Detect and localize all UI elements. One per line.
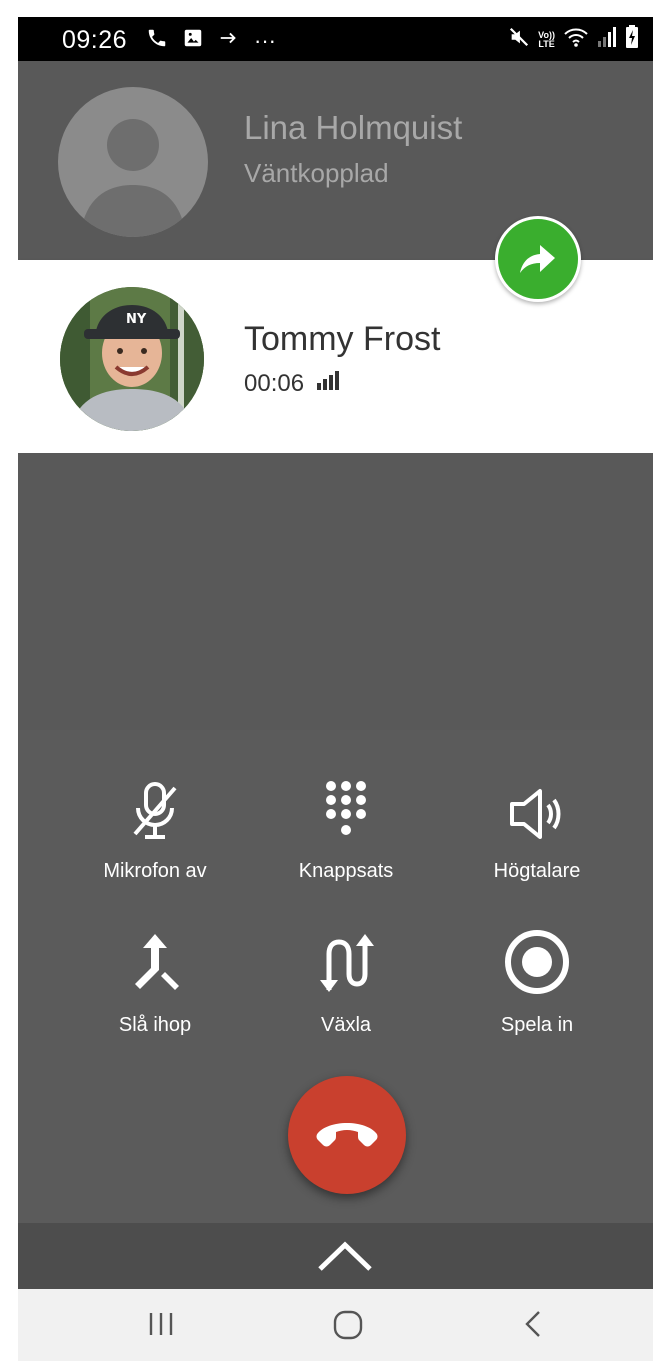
call-spacer (18, 453, 653, 730)
keypad-label: Knappsats (298, 860, 394, 882)
active-caller-avatar: NY (60, 287, 204, 431)
merge-label: Slå ihop (118, 1014, 192, 1036)
mute-icon (508, 26, 530, 53)
swap-calls-button[interactable] (495, 216, 581, 302)
held-caller-avatar (58, 87, 208, 237)
wifi-icon (563, 26, 589, 53)
speaker-label: Högtalare (493, 860, 581, 882)
mic-off-icon (133, 782, 177, 839)
volte-icon: Vo)) LTE (538, 29, 555, 49)
screen-border (0, 0, 18, 1361)
keypad-button[interactable]: Knappsats (251, 772, 441, 883)
more-dots-icon: ··· (254, 27, 276, 53)
call-controls: Mikrofon av Knappsats Högtalare Slå ihop… (18, 730, 653, 1223)
held-call-status: Väntkopplad (244, 158, 389, 188)
battery-icon (625, 25, 639, 54)
phone-icon (146, 27, 168, 54)
merge-button[interactable]: Slå ihop (60, 926, 250, 1037)
merge-icon (135, 934, 179, 990)
forward-arrow-icon (218, 27, 240, 54)
active-caller-name: Tommy Frost (244, 320, 441, 358)
status-time: 09:26 (62, 26, 128, 54)
speaker-icon (510, 789, 561, 839)
recent-apps-icon[interactable] (146, 1309, 176, 1339)
speaker-button[interactable]: Högtalare (442, 772, 632, 883)
dialpad-icon (326, 781, 366, 835)
signal-icon (597, 26, 617, 53)
system-nav-bar (18, 1289, 653, 1361)
share-arrow-icon (520, 245, 555, 273)
mute-label: Mikrofon av (103, 860, 207, 882)
call-duration: 00:06 (244, 370, 305, 397)
swap-icon (320, 934, 374, 992)
hang-up-icon (316, 1123, 378, 1147)
call-screen: 09:26 ··· Vo)) LTE Lina Holmquist Väntko… (18, 17, 653, 1361)
held-caller-name: Lina Holmquist (244, 109, 463, 146)
mute-button[interactable]: Mikrofon av (60, 772, 250, 883)
record-label: Spela in (500, 1014, 574, 1036)
swap-button[interactable]: Växla (251, 926, 441, 1037)
chevron-up-icon (318, 1241, 372, 1271)
home-icon[interactable] (332, 1309, 364, 1341)
image-icon (182, 27, 204, 54)
status-bar: 09:26 ··· Vo)) LTE (18, 17, 653, 61)
signal-bars-icon (316, 370, 342, 398)
end-call-button[interactable] (288, 1076, 406, 1194)
record-icon (505, 930, 569, 994)
back-icon[interactable] (521, 1309, 547, 1339)
svg-text:NY: NY (126, 312, 147, 327)
swap-label: Växla (320, 1014, 372, 1036)
record-button[interactable]: Spela in (442, 926, 632, 1037)
call-timer-row: 00:06 (244, 370, 342, 398)
expand-panel-bar[interactable] (18, 1223, 653, 1289)
